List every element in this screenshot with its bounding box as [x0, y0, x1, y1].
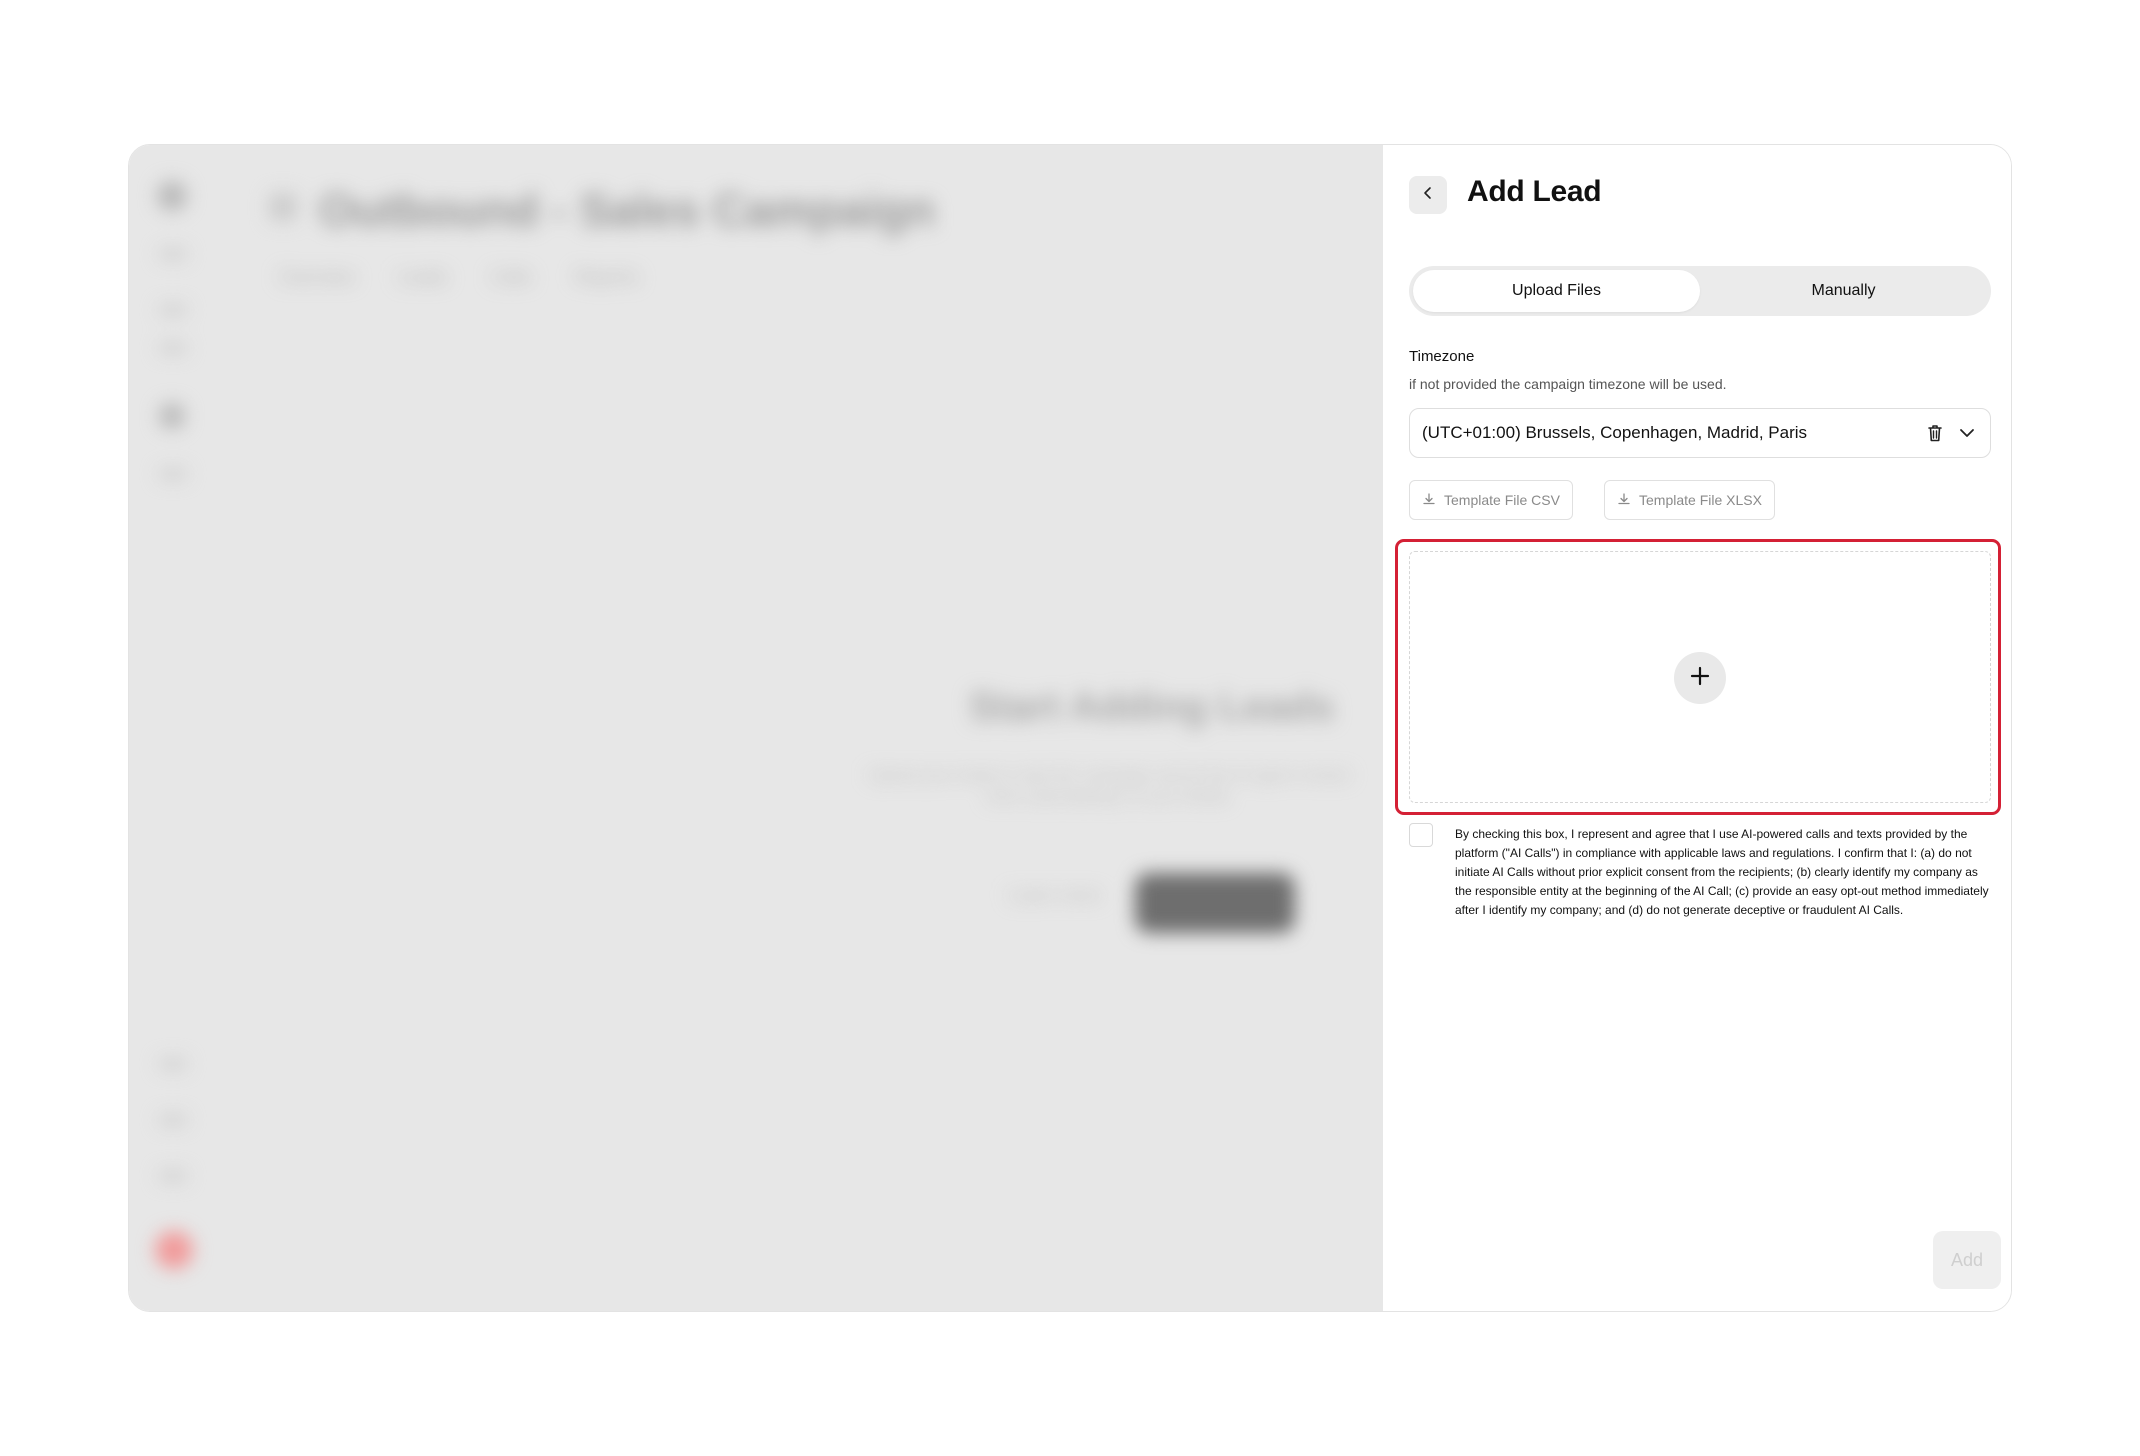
- bg-empty-text: Upload your leads to start the campaign …: [868, 767, 1350, 806]
- file-dropzone[interactable]: [1409, 551, 1991, 803]
- background-app: Outbound - Sales Campaign Overview Leads…: [129, 145, 1383, 1311]
- timezone-value: (UTC+01:00) Brussels, Copenhagen, Madrid…: [1422, 423, 1808, 442]
- app-window: Outbound - Sales Campaign Overview Leads…: [128, 144, 2012, 1312]
- template-xlsx-button[interactable]: Template File XLSX: [1604, 480, 1775, 520]
- sidebar-item: [159, 469, 187, 479]
- download-icon: [1422, 492, 1436, 509]
- chevron-down-icon[interactable]: [1956, 422, 1978, 444]
- bg-tabs: Overview Leads Calls Reports: [279, 267, 638, 288]
- timezone-select[interactable]: (UTC+01:00) Brussels, Copenhagen, Madrid…: [1409, 408, 1991, 458]
- sidebar-item: [159, 1171, 187, 1181]
- sidebar-logo: [157, 181, 187, 211]
- plus-icon: [1689, 665, 1711, 692]
- consent-checkbox[interactable]: [1409, 823, 1433, 847]
- chevron-left-icon: [1420, 185, 1436, 206]
- timezone-help-text: if not provided the campaign timezone wi…: [1409, 376, 1727, 392]
- bg-tab: Overview: [279, 267, 355, 287]
- mode-tabs: Upload Files Manually: [1409, 266, 1991, 316]
- sidebar-item: [159, 403, 185, 429]
- bg-back-button: [269, 193, 297, 221]
- sidebar-item: [159, 1115, 187, 1125]
- bg-primary-button: [1135, 873, 1295, 933]
- bg-page-title: Outbound - Sales Campaign: [319, 184, 935, 236]
- add-button[interactable]: Add: [1933, 1231, 2001, 1289]
- upload-button[interactable]: [1674, 652, 1726, 704]
- bg-tab: Leads: [398, 267, 448, 287]
- bg-tab: Reports: [575, 267, 639, 287]
- panel-title: Add Lead: [1467, 175, 1602, 208]
- sidebar-item: [159, 305, 187, 315]
- trash-icon[interactable]: [1924, 422, 1946, 444]
- sidebar-item: [159, 343, 187, 353]
- download-icon: [1617, 492, 1631, 509]
- timezone-label: Timezone: [1409, 348, 1475, 365]
- tab-manually[interactable]: Manually: [1700, 270, 1987, 312]
- add-lead-panel: Add Lead Upload Files Manually Timezone …: [1383, 145, 2011, 1311]
- consent-text: By checking this box, I represent and ag…: [1455, 827, 1989, 917]
- bg-tab: Calls: [491, 267, 532, 287]
- tab-upload-files[interactable]: Upload Files: [1413, 270, 1700, 312]
- sidebar-item: [159, 249, 187, 259]
- back-button[interactable]: [1409, 176, 1447, 214]
- sidebar-item: [159, 1059, 187, 1069]
- bg-empty-title: Start Adding Leads: [969, 685, 1335, 729]
- template-xlsx-label: Template File XLSX: [1639, 492, 1762, 508]
- sidebar-avatar: [155, 1231, 193, 1269]
- template-csv-button[interactable]: Template File CSV: [1409, 480, 1573, 520]
- template-csv-label: Template File CSV: [1444, 492, 1560, 508]
- bg-secondary-button: Learn more: [1009, 885, 1102, 905]
- background-content: Outbound - Sales Campaign Overview Leads…: [129, 145, 1383, 1311]
